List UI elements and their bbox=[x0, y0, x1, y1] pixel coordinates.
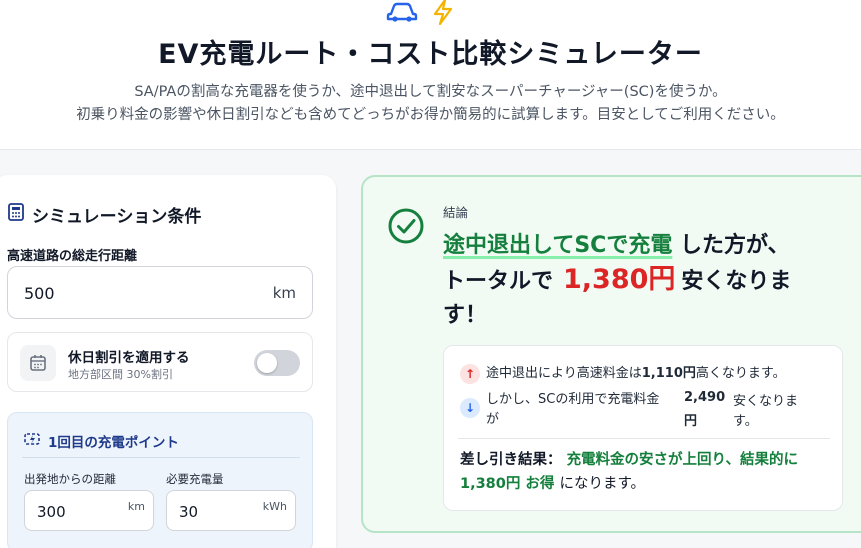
total-distance-input[interactable]: 500 km bbox=[7, 266, 313, 319]
distance-label: 高速道路の総走行距離 bbox=[7, 249, 138, 264]
distance-from-start-label: 出発地からの距離 bbox=[24, 472, 116, 486]
divider bbox=[458, 438, 830, 439]
charge-point-1-panel: 1回目の充電ポイント 出発地からの距離 必要充電量 300 km 30 kWh bbox=[7, 412, 313, 548]
header-icons bbox=[386, 0, 454, 28]
distance-from-start-value: 300 bbox=[37, 503, 66, 521]
calendar-icon bbox=[20, 345, 56, 381]
conclusion-highlight: 途中退出してSCで充電 bbox=[443, 233, 673, 258]
arrow-up-icon: ↑ bbox=[460, 363, 480, 384]
holiday-discount-title: 休日割引を適用する bbox=[68, 350, 190, 366]
charge-savings-suffix-end: す。 bbox=[733, 414, 758, 429]
net-result-text: 差し引き結果： 充電料金の安さが上回り、結果的に 1,380円 お得 になります… bbox=[460, 448, 835, 496]
savings-amount: 1,380円 bbox=[563, 264, 676, 295]
charge-point-heading-text: 1回目の充電ポイント bbox=[48, 435, 179, 451]
conditions-card: シミュレーション条件 高速道路の総走行距離 500 km 休日割引を適用する 地… bbox=[0, 175, 336, 548]
holiday-discount-option: 休日割引を適用する 地方部区間 30%割引 bbox=[7, 332, 313, 392]
calculator-icon bbox=[8, 203, 24, 226]
toll-increase-row: ↑ 途中退出により高速料金は1,110円高くなります。 bbox=[460, 362, 786, 384]
page-header: EV充電ルート・コスト比較シミュレーター SA/PAの割高な充電器を使うか、途中… bbox=[0, 0, 861, 150]
conclusion-total-prefix: トータルで bbox=[443, 269, 554, 294]
toll-increase-amount: 1,110円 bbox=[641, 366, 696, 381]
charge-point-heading: 1回目の充電ポイント bbox=[24, 431, 179, 451]
toll-increase-suffix: 高くなります。 bbox=[695, 366, 786, 381]
net-result-amount: 1,380円 お得 bbox=[460, 476, 555, 492]
conclusion-text-end: す！ bbox=[443, 303, 488, 328]
holiday-discount-toggle[interactable] bbox=[254, 350, 300, 376]
page-title: EV充電ルート・コスト比較シミュレーター bbox=[158, 39, 703, 70]
required-charge-input[interactable]: 30 kWh bbox=[166, 490, 296, 531]
charging-icon bbox=[24, 432, 42, 450]
total-distance-value: 500 bbox=[24, 284, 55, 303]
charge-savings-currency: 円 bbox=[684, 414, 698, 429]
conclusion-card: 結論 途中退出してSCで充電 した方が、 トータルで 1,380円 安くなりま す！… bbox=[361, 175, 861, 533]
required-charge-unit: kWh bbox=[262, 500, 287, 513]
distance-from-start-input[interactable]: 300 km bbox=[24, 490, 154, 531]
breakdown-panel: ↑ 途中退出により高速料金は1,110円高くなります。 ↓ しかし、SCの利用で充… bbox=[443, 345, 843, 511]
charge-savings-text: しかし、SCの利用で充電料金が bbox=[486, 392, 660, 427]
net-result-end: になります。 bbox=[559, 476, 646, 492]
toggle-knob bbox=[257, 353, 277, 373]
holiday-discount-subtitle: 地方部区間 30%割引 bbox=[68, 368, 173, 381]
charge-savings-amount: 2,490 bbox=[684, 390, 726, 405]
conclusion-text-after-highlight: した方が、 bbox=[672, 233, 790, 258]
divider bbox=[22, 457, 300, 458]
total-distance-unit: km bbox=[272, 284, 296, 302]
page-subtitle-line2: 初乗り料金の影響や休日割引なども含めてどっちがお得か簡易的に試算します。目安とし… bbox=[76, 107, 785, 123]
distance-from-start-unit: km bbox=[127, 500, 145, 513]
toll-increase-text: 途中退出により高速料金は bbox=[486, 366, 642, 381]
page-subtitle-line1: SA/PAの割高な充電器を使うか、途中退出して割安なスーパーチャージャー(SC)… bbox=[134, 84, 727, 100]
car-icon bbox=[386, 1, 418, 27]
net-result-label: 差し引き結果： bbox=[460, 452, 562, 468]
charge-savings-suffix: 安くなりま bbox=[733, 394, 799, 409]
conclusion-label: 結論 bbox=[443, 205, 469, 220]
conditions-heading: シミュレーション条件 bbox=[8, 202, 201, 227]
net-result-highlight: 充電料金の安さが上回り、結果的に bbox=[566, 452, 798, 468]
arrow-down-icon: ↓ bbox=[460, 398, 480, 418]
required-charge-label: 必要充電量 bbox=[166, 472, 224, 486]
conditions-heading-text: シミュレーション条件 bbox=[32, 207, 202, 227]
required-charge-value: 30 bbox=[179, 503, 199, 521]
check-circle-icon bbox=[387, 207, 425, 249]
conclusion-text: 途中退出してSCで充電 した方が、 トータルで 1,380円 安くなりま す！ bbox=[443, 229, 823, 333]
conclusion-text-after-savings: 安くなりま bbox=[681, 269, 792, 294]
lightning-icon bbox=[432, 0, 454, 29]
